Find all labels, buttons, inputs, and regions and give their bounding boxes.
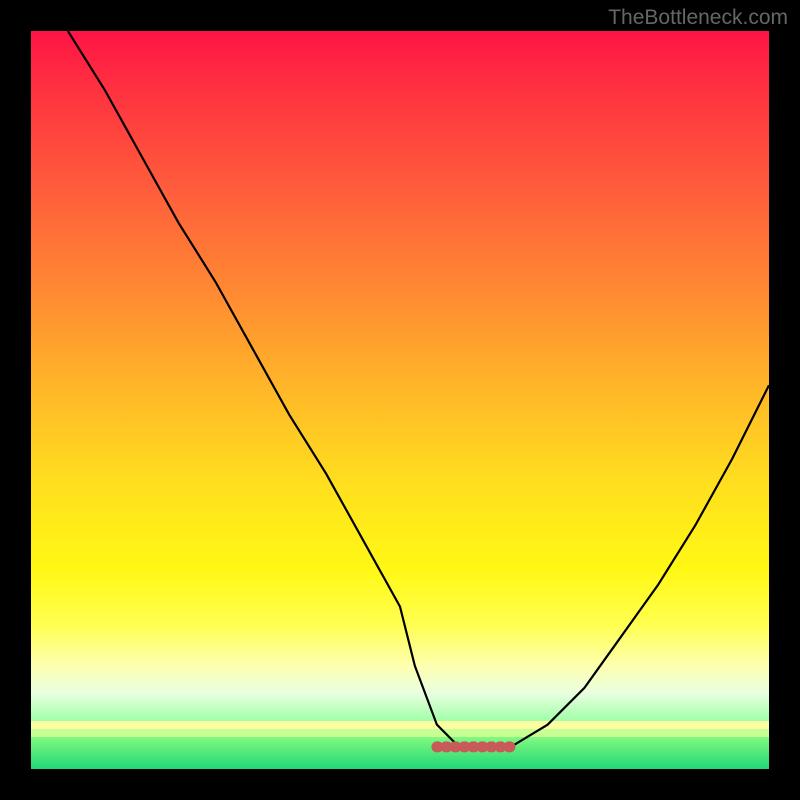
bottleneck-curve	[68, 31, 769, 747]
watermark-text: TheBottleneck.com	[608, 6, 788, 30]
bottleneck-curve-svg	[31, 31, 769, 769]
chart-plot-area	[31, 31, 769, 769]
